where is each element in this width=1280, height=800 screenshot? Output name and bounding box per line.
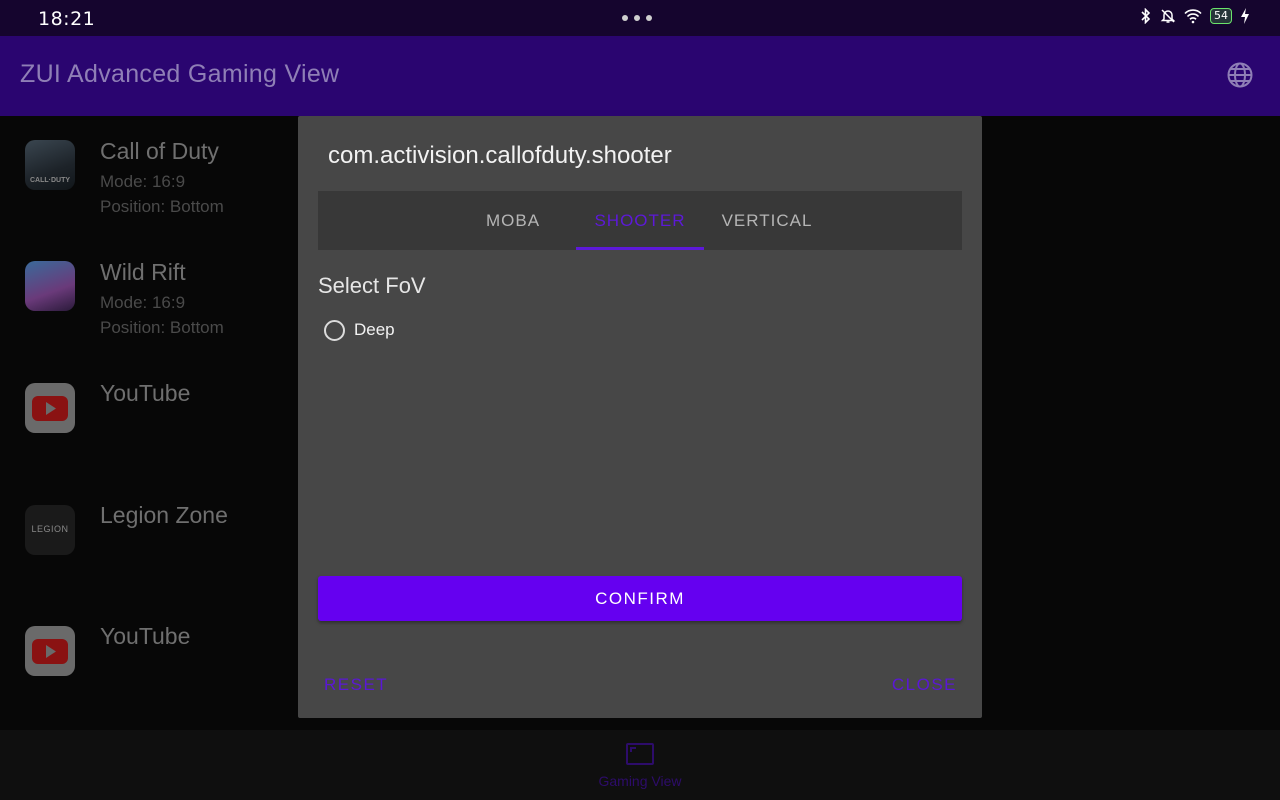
youtube-play-icon [32, 639, 68, 664]
app-position: Position: Bottom [100, 318, 224, 337]
list-item[interactable]: CALL·DUTY Call of Duty Mode: 16:9 Positi… [0, 116, 300, 226]
status-bar: 18:21 54 [0, 0, 1280, 36]
bell-muted-icon [1160, 9, 1176, 23]
battery-indicator: 54 [1210, 8, 1232, 24]
tab-label: SHOOTER [594, 210, 686, 230]
bottom-nav: Gaming View [0, 730, 1280, 800]
app-name: YouTube [100, 380, 191, 406]
fov-option-deep[interactable]: Deep [324, 316, 395, 344]
legion-zone-app-icon: LEGION [25, 505, 75, 555]
icon-text: CALL·DUTY [29, 177, 71, 184]
screen: 18:21 54 ZUI Advanced Gaming View CALL·D… [0, 0, 1280, 800]
reset-button[interactable]: RESET [324, 671, 388, 699]
call-of-duty-app-icon: CALL·DUTY [25, 140, 75, 190]
system-icons: 54 [1140, 8, 1250, 24]
wild-rift-app-icon [25, 261, 75, 311]
tab-vertical[interactable]: VERTICAL [703, 191, 831, 250]
charging-bolt-icon [1241, 8, 1249, 24]
app-mode: Mode: 16:9 [100, 172, 186, 191]
wifi-icon [1184, 9, 1202, 24]
list-item[interactable]: Wild Rift Mode: 16:9 Position: Bottom [0, 237, 300, 347]
dialog-title: com.activision.callofduty.shooter [328, 142, 672, 169]
app-bar: ZUI Advanced Gaming View [0, 36, 1280, 116]
tab-moba[interactable]: MOBA [449, 191, 577, 250]
app-title: ZUI Advanced Gaming View [20, 60, 340, 88]
gaming-view-icon[interactable] [625, 742, 655, 768]
mode-tabs: MOBA SHOOTER VERTICAL [318, 191, 962, 250]
tab-indicator [576, 247, 704, 250]
app-position: Position: Bottom [100, 197, 224, 216]
confirm-button[interactable]: CONFIRM [318, 576, 962, 621]
app-mode: Mode: 16:9 [100, 293, 186, 312]
radio-button[interactable] [324, 319, 345, 341]
icon-text: LEGION [31, 524, 69, 534]
multitask-dots[interactable] [622, 15, 652, 21]
bluetooth-icon [1141, 8, 1151, 24]
list-item[interactable]: YouTube [0, 601, 300, 711]
section-title: Select FoV [318, 273, 426, 298]
globe-icon[interactable] [1226, 61, 1254, 89]
app-name: Call of Duty [100, 138, 219, 164]
close-button[interactable]: CLOSE [892, 671, 957, 699]
gaming-view-tab[interactable]: Gaming View [560, 773, 720, 789]
list-item[interactable]: YouTube [0, 358, 300, 468]
radio-label: Deep [354, 320, 395, 339]
app-name: Legion Zone [100, 502, 228, 528]
tab-label: VERTICAL [721, 210, 813, 230]
youtube-play-icon [32, 396, 68, 421]
app-name: Wild Rift [100, 259, 186, 285]
youtube-app-icon [25, 626, 75, 676]
status-time: 18:21 [38, 8, 96, 30]
tab-label: MOBA [485, 210, 541, 230]
fov-dialog: com.activision.callofduty.shooter MOBA S… [298, 116, 982, 718]
list-item[interactable]: LEGION Legion Zone [0, 480, 300, 590]
tab-shooter[interactable]: SHOOTER [576, 191, 704, 250]
youtube-app-icon [25, 383, 75, 433]
app-name: YouTube [100, 623, 191, 649]
